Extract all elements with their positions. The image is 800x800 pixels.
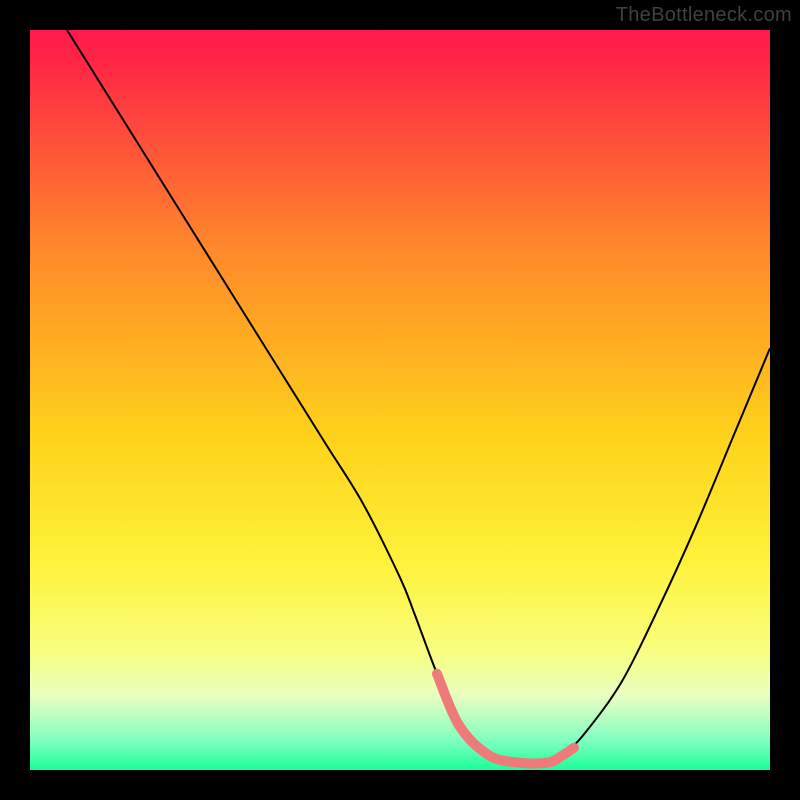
frame-bottom	[0, 770, 800, 800]
bottleneck-chart	[0, 0, 800, 800]
frame-left	[0, 0, 30, 800]
attribution-label: TheBottleneck.com	[616, 4, 792, 27]
gradient-background	[30, 30, 770, 770]
frame-right	[770, 0, 800, 800]
chart-container: TheBottleneck.com	[0, 0, 800, 800]
